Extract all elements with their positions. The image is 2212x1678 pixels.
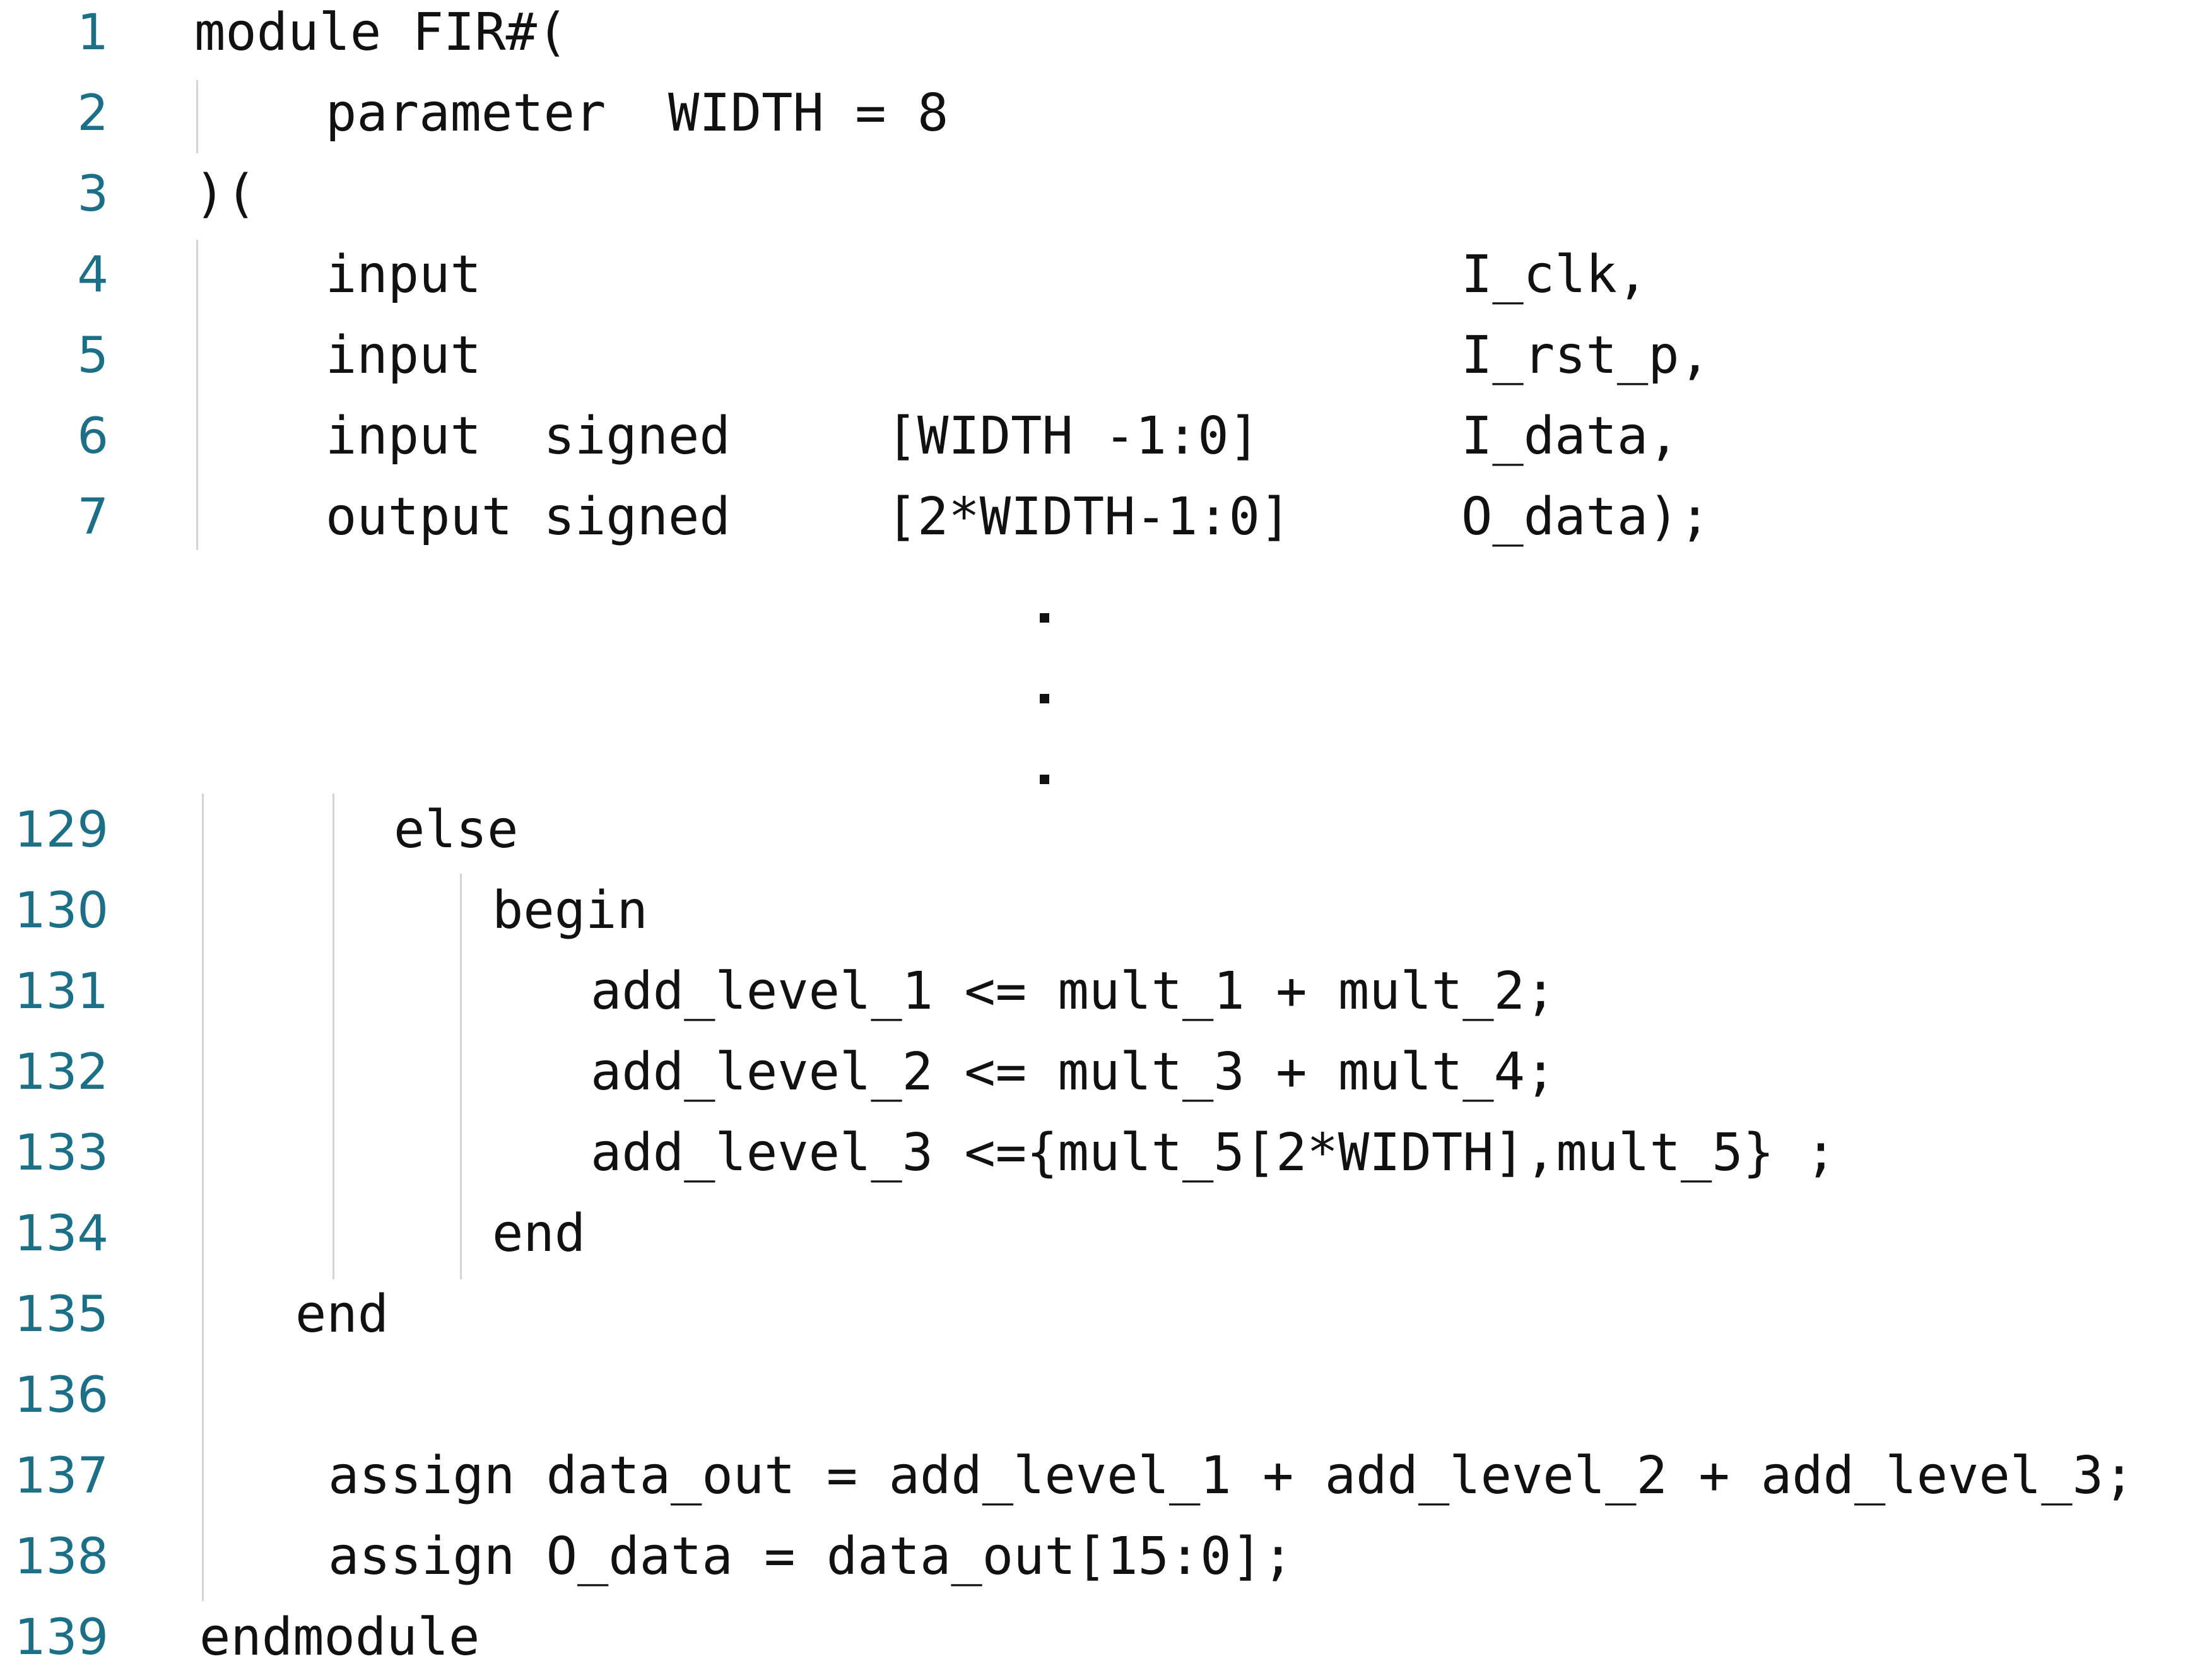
code-line[interactable]: assign data_out = add_level_1 + add_leve… <box>328 1447 2134 1505</box>
port-name[interactable]: I_data, <box>1461 408 1680 466</box>
code-line[interactable]: input <box>326 327 481 385</box>
code-line[interactable]: output signed [2*WIDTH-1:0] <box>326 488 1291 546</box>
code-line[interactable]: input <box>326 246 481 304</box>
line-number: 4 <box>77 247 109 303</box>
line-number: 130 <box>15 883 109 939</box>
port-name[interactable]: I_rst_p, <box>1461 327 1710 385</box>
code-line[interactable]: parameter WIDTH = 8 <box>326 85 948 143</box>
line-number: 137 <box>15 1448 109 1505</box>
line-number: 131 <box>15 963 109 1020</box>
line-number: 133 <box>15 1125 109 1182</box>
line-number: 139 <box>15 1609 109 1666</box>
code-line[interactable]: add_level_1 <= mult_1 + mult_2; <box>591 963 1556 1021</box>
code-line[interactable]: begin <box>492 882 648 940</box>
line-number: 7 <box>77 489 109 546</box>
ellipsis-dot <box>1040 694 1049 703</box>
line-number: 1 <box>77 4 109 61</box>
code-line[interactable]: input signed [WIDTH -1:0] <box>326 408 1260 466</box>
indent-guide-ports <box>196 240 198 550</box>
line-number: 135 <box>15 1286 109 1343</box>
line-number: 129 <box>15 802 109 859</box>
ellipsis-dot <box>1040 613 1049 623</box>
code-line[interactable]: add_level_3 <={mult_5[2*WIDTH],mult_5} ; <box>591 1124 1837 1182</box>
indent-guide-params <box>196 80 198 153</box>
line-number: 138 <box>15 1528 109 1585</box>
code-line[interactable]: module FIR#( <box>194 4 568 62</box>
indent-guide-begin <box>460 874 462 1279</box>
indent-guide-else <box>332 794 334 1279</box>
code-line[interactable]: endmodule <box>199 1609 479 1667</box>
line-number: 5 <box>77 327 109 384</box>
line-number: 132 <box>15 1044 109 1101</box>
code-line[interactable]: assign O_data = data_out[15:0]; <box>328 1528 1293 1586</box>
ellipsis-dot <box>1040 775 1049 784</box>
port-name[interactable]: O_data); <box>1461 488 1710 546</box>
line-number: 6 <box>77 408 109 465</box>
port-name[interactable]: I_clk, <box>1461 246 1648 304</box>
code-line[interactable]: else <box>394 801 518 859</box>
code-line[interactable]: )( <box>194 165 257 223</box>
code-line[interactable]: add_level_2 <= mult_3 + mult_4; <box>591 1043 1556 1101</box>
code-line[interactable]: end <box>492 1205 585 1263</box>
code-editor[interactable]: 1 module FIR#( 2 parameter WIDTH = 8 3 )… <box>0 0 2212 1678</box>
indent-guide-body <box>202 794 204 1601</box>
code-line[interactable]: end <box>295 1286 389 1344</box>
line-number: 134 <box>15 1206 109 1262</box>
line-number: 136 <box>15 1367 109 1424</box>
line-number: 3 <box>77 166 109 223</box>
line-number: 2 <box>77 85 109 142</box>
